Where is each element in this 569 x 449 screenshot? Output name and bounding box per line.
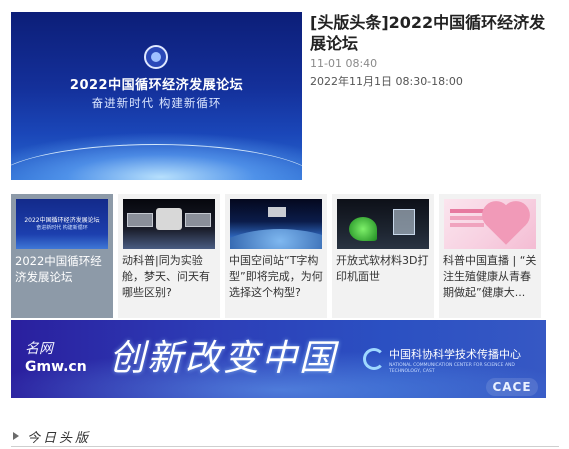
thumbnail-label: 中国空间站“T字构型”即将完成，为何选择这个构型? bbox=[229, 254, 323, 299]
featured-title[interactable]: [头版头条]2022中国循环经济发展论坛 bbox=[310, 12, 559, 54]
solar-panel bbox=[127, 213, 153, 227]
thumbnail-item[interactable]: 开放式软材料3D打印机面世 bbox=[332, 194, 434, 318]
heart-icon bbox=[486, 205, 526, 245]
section-header: 今日头版 bbox=[11, 427, 559, 447]
gmw-logo-bottom: Gmw.cn bbox=[25, 359, 87, 375]
thumbnail-image-title: 2022中国循环经济发展论坛 bbox=[24, 217, 100, 224]
featured-image-title: 2022中国循环经济发展论坛 bbox=[69, 78, 244, 93]
thumbnail-label: 2022中国循环经济发展论坛 bbox=[15, 254, 102, 284]
station-module bbox=[156, 208, 182, 230]
featured-date: 11-01 08:40 bbox=[310, 57, 378, 70]
featured-time: 2022年11月1日 08:30-18:00 bbox=[310, 75, 463, 88]
gmw-logo: 名网 Gmw.cn bbox=[25, 340, 97, 380]
gmw-logo-top: 名网 bbox=[25, 341, 53, 357]
org-logo-icon bbox=[363, 348, 385, 370]
solar-panel bbox=[185, 213, 211, 227]
org-name-cn: 中国科协科学技术传播中心 bbox=[389, 348, 521, 361]
thumbnail-item[interactable]: 中国空间站“T字构型”即将完成，为何选择这个构型? bbox=[225, 194, 327, 318]
space-station bbox=[268, 207, 286, 217]
earth bbox=[230, 229, 322, 249]
thumbnail-label: 科普中国直播 | “关注生殖健康从青春期做起”健康大... bbox=[443, 254, 537, 299]
thumbnail-item[interactable]: 科普中国直播 | “关注生殖健康从青春期做起”健康大... bbox=[439, 194, 541, 318]
leaf-shape bbox=[349, 217, 377, 241]
featured-image[interactable]: 2022中国循环经济发展论坛 奋进新时代 构建新循环 bbox=[11, 12, 302, 180]
thumbnail-row: 2022中国循环经济发展论坛 奋进新时代 构建新循环 2022中国循环经济发展论… bbox=[11, 194, 546, 318]
cace-badge: CACE bbox=[486, 378, 538, 396]
section-title[interactable]: 今日头版 bbox=[27, 427, 91, 446]
thumbnail-image-slogan: 奋进新时代 构建新循环 bbox=[36, 225, 88, 231]
org-name-en: NATIONAL COMMUNICATION CENTER FOR SCIENC… bbox=[389, 363, 515, 374]
section-divider bbox=[11, 446, 559, 447]
ad-slogan: 创新改变中国 bbox=[109, 338, 338, 379]
thumbnail-item[interactable]: 动科普|同为实验舱，梦天、问天有哪些区别? bbox=[118, 194, 220, 318]
thumbnail-item[interactable]: 2022中国循环经济发展论坛 奋进新时代 构建新循环 2022中国循环经济发展论… bbox=[11, 194, 113, 318]
forum-logo-icon bbox=[144, 45, 168, 69]
thumbnail-image bbox=[444, 199, 536, 249]
thumbnail-label: 动科普|同为实验舱，梦天、问天有哪些区别? bbox=[122, 254, 210, 299]
featured-image-slogan: 奋进新时代 构建新循环 bbox=[91, 96, 222, 110]
featured-info: [头版头条]2022中国循环经济发展论坛 11-01 08:40 2022年11… bbox=[310, 12, 559, 90]
featured-story: 2022中国循环经济发展论坛 奋进新时代 构建新循环 [头版头条]2022中国循… bbox=[11, 12, 559, 180]
thumbnail-label: 开放式软材料3D打印机面世 bbox=[336, 254, 429, 283]
thumbnail-image bbox=[123, 199, 215, 249]
poster-text-lines bbox=[450, 209, 484, 213]
thumbnail-image: 2022中国循环经济发展论坛 奋进新时代 构建新循环 bbox=[16, 199, 108, 249]
transparent-cube bbox=[393, 209, 415, 235]
ad-banner[interactable]: 名网 Gmw.cn 创新改变中国 中国科协科学技术传播中心 NATIONAL C… bbox=[11, 320, 546, 398]
thumbnail-image bbox=[337, 199, 429, 249]
triangle-marker-icon bbox=[13, 432, 19, 440]
thumbnail-image bbox=[230, 199, 322, 249]
